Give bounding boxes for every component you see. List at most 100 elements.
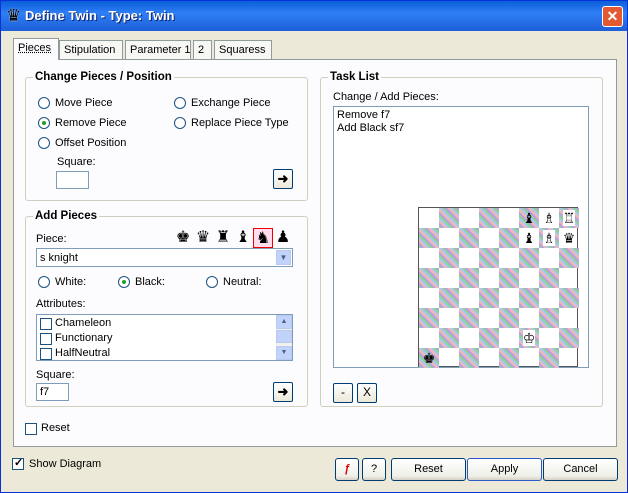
- board-square: [559, 328, 579, 348]
- move-piece-label: Move Piece: [55, 97, 113, 109]
- help-button[interactable]: ?: [362, 458, 386, 481]
- cancel-button[interactable]: Cancel: [543, 458, 618, 481]
- flash-button[interactable]: ƒ: [335, 458, 359, 481]
- board-square: [499, 228, 519, 248]
- board-square: [479, 268, 499, 288]
- tab-2[interactable]: 2: [193, 40, 212, 59]
- show-diagram-checkbox[interactable]: [12, 456, 24, 470]
- arrow-right-icon: ➜: [277, 384, 289, 399]
- neutral-radio[interactable]: [206, 276, 218, 288]
- list-item: Chameleon: [55, 317, 112, 329]
- replace-piece-type-radio[interactable]: [174, 117, 186, 129]
- board-square: [419, 308, 439, 328]
- cancel-button-label: Cancel: [563, 463, 598, 475]
- offset-position-radio[interactable]: [38, 137, 50, 149]
- board-square: [559, 268, 579, 288]
- board-square: [479, 208, 499, 228]
- board-square: [439, 328, 459, 348]
- board-square: [479, 328, 499, 348]
- board-square: [539, 308, 559, 328]
- piece-select[interactable]: s knight ▼: [36, 248, 293, 267]
- functionary-checkbox[interactable]: [40, 333, 52, 345]
- board-square: [439, 288, 459, 308]
- board-square: [539, 328, 559, 348]
- board-square: [519, 288, 539, 308]
- board-square: [439, 268, 459, 288]
- list-item[interactable]: Add Black sf7: [337, 122, 404, 134]
- attributes-scrollbar[interactable]: ▲ ▼: [276, 315, 292, 360]
- tab-parameter-1[interactable]: Parameter 1: [125, 40, 191, 59]
- bishop-icon[interactable]: ♝: [233, 228, 253, 248]
- tab-stipulation[interactable]: Stipulation: [59, 40, 123, 59]
- white-radio[interactable]: [38, 276, 50, 288]
- change-pieces-group: Change Pieces / Position Move Piece Exch…: [25, 71, 308, 201]
- chess-piece: ♔: [522, 330, 536, 346]
- board-square: [419, 248, 439, 268]
- queen-icon[interactable]: ♛: [193, 228, 213, 248]
- add-piece-button[interactable]: ➜: [273, 382, 293, 402]
- board-square: [499, 208, 519, 228]
- reset-checkbox-label: Reset: [41, 422, 70, 434]
- board-square: [499, 248, 519, 268]
- board-square: [499, 308, 519, 328]
- board-square: [419, 328, 439, 348]
- piece-select-value: s knight: [40, 252, 78, 264]
- halfneutral-checkbox[interactable]: [40, 348, 52, 360]
- clear-tasks-button[interactable]: X: [357, 383, 377, 403]
- board-square: [419, 208, 439, 228]
- replace-piece-type-label: Replace Piece Type: [191, 117, 289, 129]
- king-icon[interactable]: ♚: [173, 228, 193, 248]
- board-square: [439, 208, 459, 228]
- board-square: [539, 288, 559, 308]
- scroll-up-icon[interactable]: ▲: [276, 315, 292, 329]
- chevron-down-icon[interactable]: ▼: [276, 250, 291, 265]
- tab-squaress[interactable]: Squaress: [214, 40, 272, 59]
- change-pieces-legend: Change Pieces / Position: [33, 71, 174, 83]
- change-square-input[interactable]: [56, 171, 89, 189]
- board-square: [539, 268, 559, 288]
- apply-button[interactable]: Apply: [467, 458, 542, 481]
- board-square: [459, 288, 479, 308]
- board-square: [499, 288, 519, 308]
- add-pieces-legend: Add Pieces: [33, 210, 99, 222]
- exchange-piece-label: Exchange Piece: [191, 97, 271, 109]
- board-square: [459, 308, 479, 328]
- add-square-input[interactable]: f7: [36, 383, 69, 401]
- rook-icon[interactable]: ♜: [213, 228, 233, 248]
- chameleon-checkbox[interactable]: [40, 318, 52, 330]
- pawn-icon[interactable]: ♟: [273, 228, 293, 248]
- board-square: ♗: [539, 208, 559, 228]
- close-button[interactable]: ✕: [602, 6, 623, 27]
- reset-button[interactable]: Reset: [391, 458, 466, 481]
- board-square: [419, 268, 439, 288]
- board-square: [479, 308, 499, 328]
- attributes-list[interactable]: Chameleon Functionary HalfNeutral ▲ ▼: [36, 314, 293, 361]
- board-square: [479, 228, 499, 248]
- knight-icon[interactable]: ♞: [253, 228, 273, 248]
- board-square: [459, 248, 479, 268]
- board-square: [439, 308, 459, 328]
- black-radio[interactable]: [118, 276, 130, 288]
- close-icon: ✕: [606, 8, 619, 24]
- remove-task-button[interactable]: -: [333, 383, 353, 403]
- tab-pieces[interactable]: Pieces: [13, 38, 59, 60]
- chess-piece: ♝: [522, 230, 536, 246]
- exchange-piece-radio[interactable]: [174, 97, 186, 109]
- tab-panel-pieces: Change Pieces / Position Move Piece Exch…: [13, 59, 617, 447]
- move-piece-radio[interactable]: [38, 97, 50, 109]
- remove-piece-radio[interactable]: [38, 117, 50, 129]
- apply-change-button[interactable]: ➜: [273, 169, 293, 189]
- scroll-down-icon[interactable]: ▼: [276, 346, 292, 360]
- list-item: HalfNeutral: [55, 347, 111, 359]
- board-square: [499, 268, 519, 288]
- board-square: ♝: [519, 208, 539, 228]
- tab-label: 2: [198, 44, 205, 56]
- chess-diagram: ♝ ♗ ♖ ♝ ♗ ♛ ♔ ♚: [418, 207, 579, 368]
- title-bar[interactable]: ♛ Define Twin - Type: Twin ✕: [1, 1, 627, 31]
- reset-checkbox[interactable]: [25, 423, 37, 435]
- board-square: [499, 348, 519, 368]
- list-item[interactable]: Remove f7: [337, 109, 390, 121]
- scroll-thumb[interactable]: [276, 330, 292, 343]
- board-square: [539, 348, 559, 368]
- board-square: [519, 348, 539, 368]
